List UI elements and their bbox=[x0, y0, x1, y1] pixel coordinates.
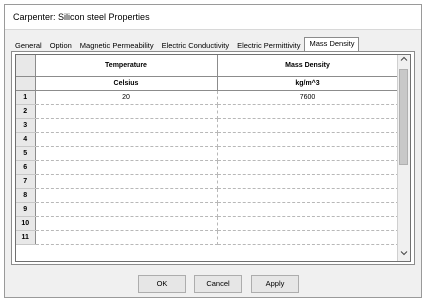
temperature-cell[interactable] bbox=[35, 104, 218, 119]
unit-row: Celsius kg/m^3 bbox=[16, 76, 399, 91]
column-header-temperature[interactable]: Temperature bbox=[35, 55, 218, 77]
mass-density-cell[interactable] bbox=[217, 132, 399, 147]
table-row: 7 bbox=[16, 174, 399, 189]
temperature-cell[interactable] bbox=[35, 160, 218, 175]
row-number: 2 bbox=[16, 104, 36, 119]
mass-density-cell[interactable] bbox=[217, 188, 399, 203]
table-row: 11 bbox=[16, 230, 399, 245]
mass-density-cell[interactable] bbox=[217, 118, 399, 133]
table-row: 9 bbox=[16, 202, 399, 217]
corner-cell bbox=[16, 76, 36, 91]
temperature-cell[interactable]: 20 bbox=[35, 90, 218, 105]
row-number: 11 bbox=[16, 230, 36, 245]
cancel-button[interactable]: Cancel bbox=[194, 275, 242, 293]
column-header-mass-density[interactable]: Mass Density bbox=[217, 55, 399, 77]
temperature-cell[interactable] bbox=[35, 146, 218, 161]
unit-temperature: Celsius bbox=[35, 76, 218, 91]
row-number: 1 bbox=[16, 90, 36, 105]
tab-electric-permittivity[interactable]: Electric Permittivity bbox=[233, 38, 304, 51]
table-row: 2 bbox=[16, 104, 399, 119]
chevron-up-icon[interactable] bbox=[398, 55, 410, 67]
unit-mass-density: kg/m^3 bbox=[217, 76, 399, 91]
temperature-cell[interactable] bbox=[35, 188, 218, 203]
temperature-cell[interactable] bbox=[35, 174, 218, 189]
row-number: 3 bbox=[16, 118, 36, 133]
mass-density-cell[interactable] bbox=[217, 230, 399, 245]
table-row: 6 bbox=[16, 160, 399, 175]
tab-option[interactable]: Option bbox=[46, 38, 76, 51]
mass-density-cell[interactable] bbox=[217, 216, 399, 231]
row-number: 10 bbox=[16, 216, 36, 231]
tab-general[interactable]: General bbox=[11, 38, 46, 51]
mass-density-cell[interactable] bbox=[217, 202, 399, 217]
row-number: 7 bbox=[16, 174, 36, 189]
temperature-cell[interactable] bbox=[35, 118, 218, 133]
property-grid: Temperature Mass Density Celsius kg/m^3 … bbox=[15, 54, 411, 262]
row-number: 4 bbox=[16, 132, 36, 147]
row-number: 9 bbox=[16, 202, 36, 217]
scrollbar-thumb[interactable] bbox=[399, 69, 408, 165]
table-row: 5 bbox=[16, 146, 399, 161]
mass-density-cell[interactable] bbox=[217, 174, 399, 189]
header-row: Temperature Mass Density bbox=[16, 55, 399, 77]
table-row: 3 bbox=[16, 118, 399, 133]
corner-cell bbox=[16, 55, 36, 77]
vertical-scrollbar[interactable] bbox=[397, 55, 410, 261]
window-title: Carpenter: Silicon steel Properties bbox=[5, 5, 421, 30]
row-number: 6 bbox=[16, 160, 36, 175]
mass-density-cell[interactable] bbox=[217, 160, 399, 175]
tab-electric-conductivity[interactable]: Electric Conductivity bbox=[158, 38, 234, 51]
ok-button[interactable]: OK bbox=[138, 275, 186, 293]
mass-density-cell[interactable] bbox=[217, 104, 399, 119]
mass-density-cell[interactable] bbox=[217, 146, 399, 161]
table-row: 1 20 7600 bbox=[16, 90, 399, 105]
temperature-cell[interactable] bbox=[35, 230, 218, 245]
mass-density-cell[interactable]: 7600 bbox=[217, 90, 399, 105]
table-row: 4 bbox=[16, 132, 399, 147]
chevron-down-icon[interactable] bbox=[398, 249, 410, 261]
row-number: 8 bbox=[16, 188, 36, 203]
temperature-cell[interactable] bbox=[35, 216, 218, 231]
tab-magnetic-permeability[interactable]: Magnetic Permeability bbox=[76, 38, 158, 51]
tab-mass-density[interactable]: Mass Density bbox=[304, 37, 360, 51]
tab-panel: Temperature Mass Density Celsius kg/m^3 … bbox=[11, 51, 415, 265]
table-row: 8 bbox=[16, 188, 399, 203]
tab-bar: General Option Magnetic Permeability Ele… bbox=[11, 37, 360, 51]
temperature-cell[interactable] bbox=[35, 202, 218, 217]
data-table: Temperature Mass Density Celsius kg/m^3 … bbox=[16, 55, 399, 245]
properties-dialog: Carpenter: Silicon steel Properties Gene… bbox=[4, 4, 422, 298]
table-row: 10 bbox=[16, 216, 399, 231]
row-number: 5 bbox=[16, 146, 36, 161]
temperature-cell[interactable] bbox=[35, 132, 218, 147]
apply-button[interactable]: Apply bbox=[251, 275, 299, 293]
